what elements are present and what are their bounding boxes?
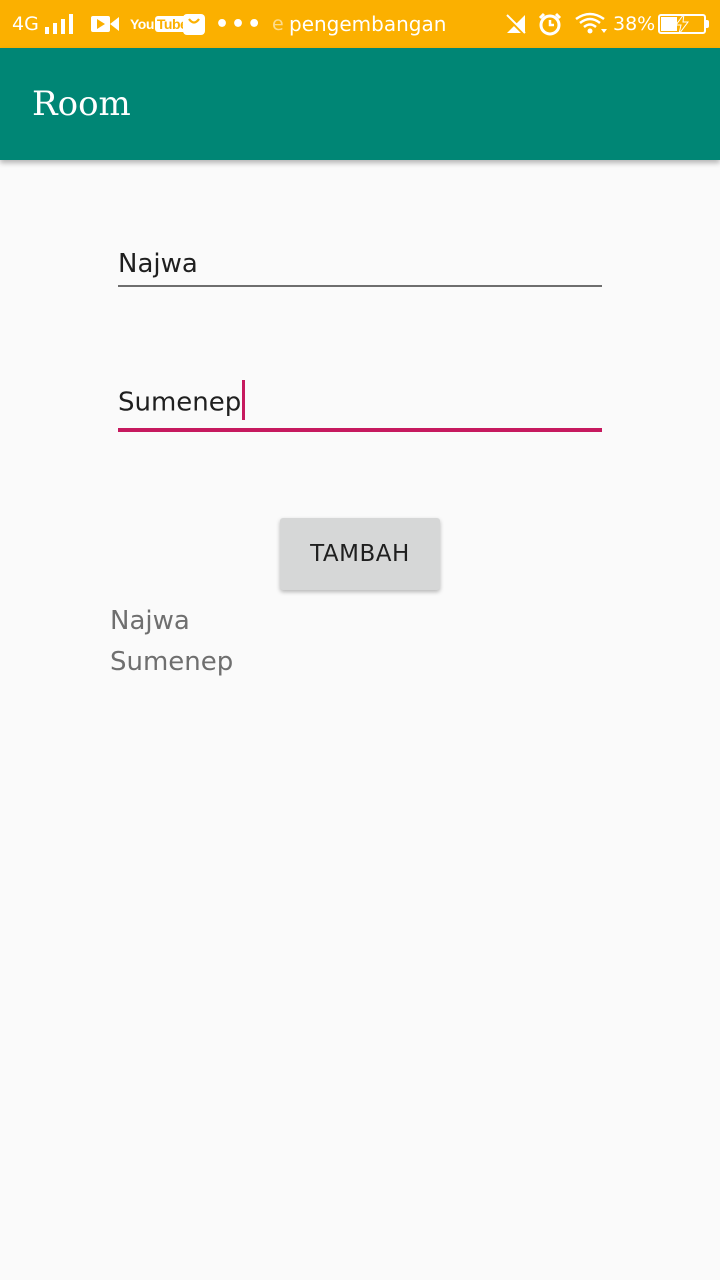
address-field-underline xyxy=(118,428,602,432)
name-field[interactable]: Najwa xyxy=(118,243,602,287)
more-icon: ••• xyxy=(215,11,264,37)
battery-percent: 38% xyxy=(613,13,656,35)
result-name: Najwa xyxy=(110,606,190,636)
notification-text: pengembangan xyxy=(289,12,447,36)
charging-bolt-icon xyxy=(675,13,689,35)
signal-icon xyxy=(45,0,75,48)
name-field-value: Najwa xyxy=(118,249,198,279)
result-address: Sumenep xyxy=(110,647,234,677)
app-screen: 4G You Tube ••• e pengembangan 38% Room … xyxy=(0,0,720,1280)
page-title: Room xyxy=(32,84,131,124)
battery-nub xyxy=(706,20,709,28)
address-field-text: Sumenep xyxy=(118,380,246,423)
shopping-bag-icon xyxy=(183,0,205,48)
text-cursor xyxy=(242,380,246,420)
notification-prefix: e xyxy=(272,13,284,35)
alarm-icon xyxy=(538,0,562,48)
address-field-value: Sumenep xyxy=(118,387,242,418)
name-field-underline xyxy=(118,285,602,287)
vibrate-off-icon xyxy=(505,0,527,48)
status-bar: 4G You Tube ••• e pengembangan 38% xyxy=(0,0,720,48)
youtube-icon: You Tube xyxy=(130,0,190,48)
youtube-you-text: You xyxy=(130,16,154,32)
video-icon xyxy=(91,0,119,48)
network-type: 4G xyxy=(12,13,39,35)
app-toolbar: Room xyxy=(0,48,720,160)
tambah-button[interactable]: TAMBAH xyxy=(280,518,440,590)
address-field[interactable]: Sumenep xyxy=(118,380,602,432)
wifi-icon xyxy=(575,0,607,48)
